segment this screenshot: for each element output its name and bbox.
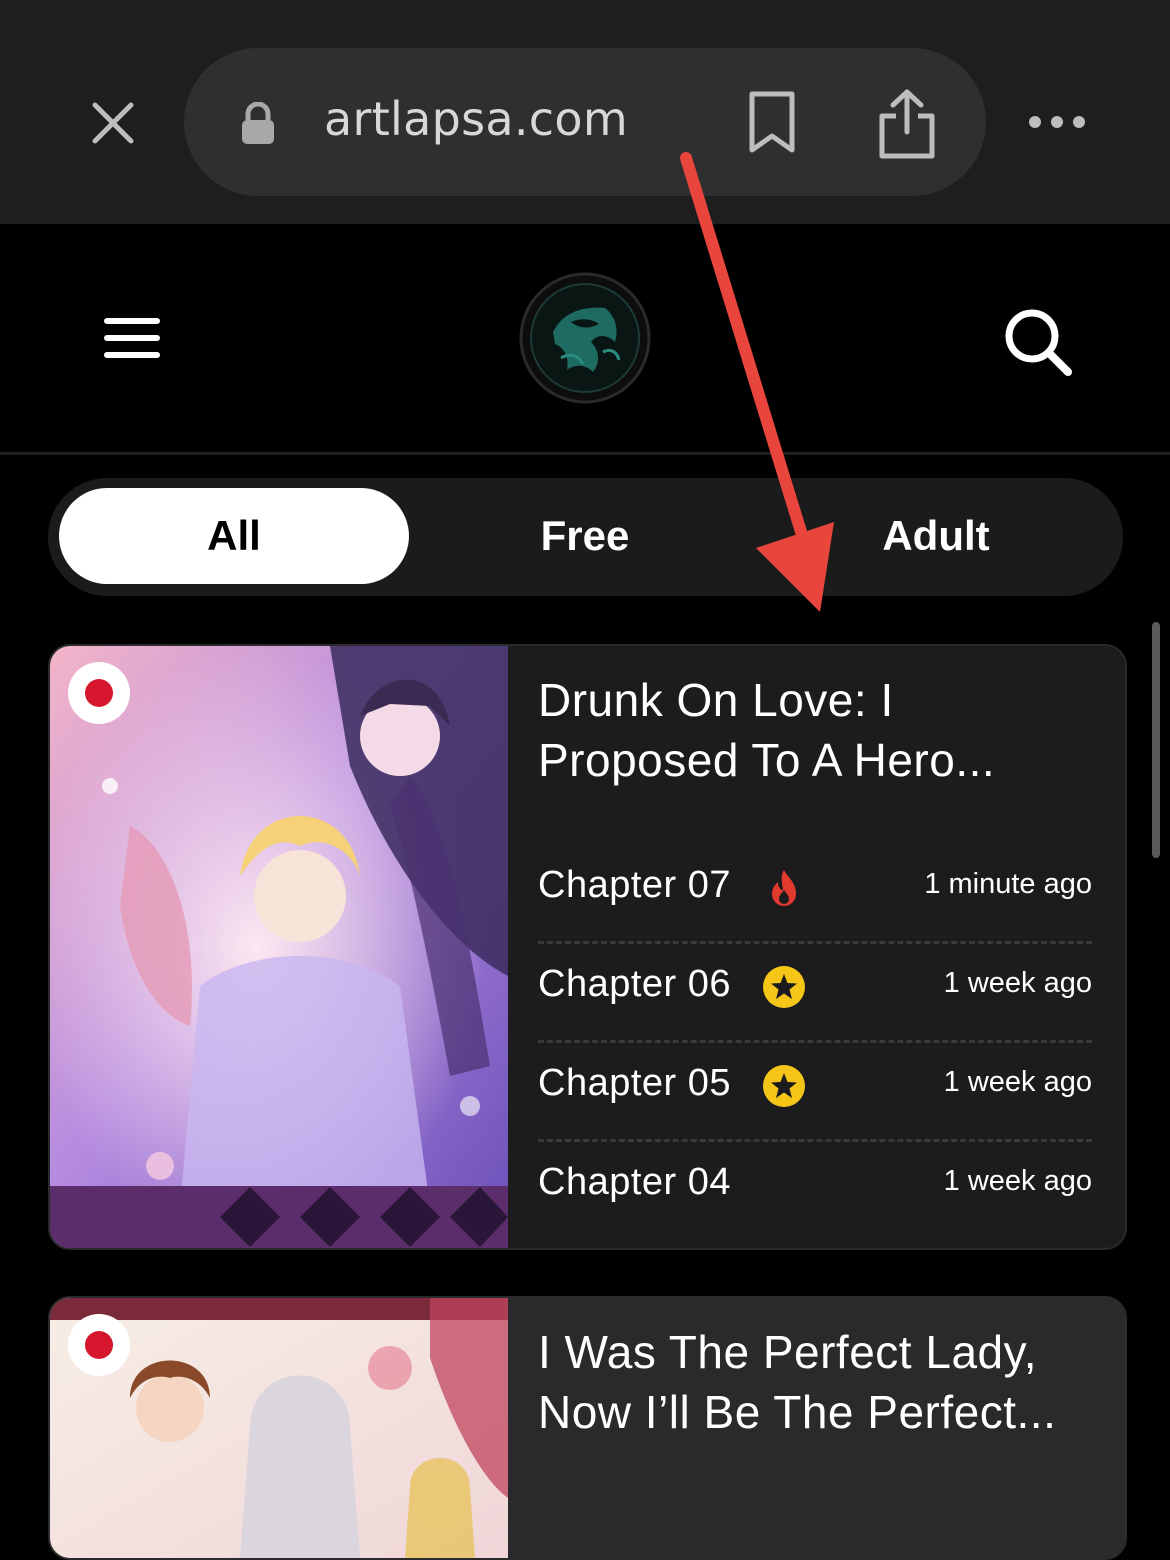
tab-adult[interactable]: Adult <box>761 488 1111 584</box>
chapter-time: 1 week ago <box>943 967 1092 999</box>
lock-icon <box>242 102 274 144</box>
url-text: artlapsa.com <box>324 92 628 146</box>
chapter-label: Chapter 06 <box>538 963 732 1005</box>
star-icon <box>763 966 805 1008</box>
fire-icon <box>772 870 796 906</box>
site-logo[interactable] <box>519 272 651 404</box>
chapter-time: 1 minute ago <box>924 868 1092 900</box>
bookmark-icon[interactable] <box>744 90 800 154</box>
tab-all[interactable]: All <box>59 488 409 584</box>
more-icon[interactable] <box>1024 100 1090 144</box>
close-icon <box>92 102 134 144</box>
series-card[interactable]: Drunk On Love: I Proposed To A Hero... C… <box>48 644 1127 1250</box>
series-card[interactable]: I Was The Perfect Lady, Now I’ll Be The … <box>48 1296 1127 1560</box>
chapter-time: 1 week ago <box>943 1066 1092 1098</box>
address-bar[interactable]: artlapsa.com <box>184 48 986 196</box>
browser-toolbar: artlapsa.com <box>0 0 1170 224</box>
tab-free[interactable]: Free <box>410 488 760 584</box>
title-line: Proposed To A Hero... <box>538 734 996 786</box>
series-title[interactable]: I Was The Perfect Lady, Now I’ll Be The … <box>538 1322 1098 1442</box>
hamburger-menu-icon[interactable] <box>102 316 162 360</box>
star-icon <box>763 1065 805 1107</box>
filter-tabs: All Free Adult <box>48 478 1123 596</box>
chapter-row[interactable]: Chapter 04 1 week ago <box>538 1139 1092 1238</box>
search-icon[interactable] <box>1002 306 1074 378</box>
title-line: Drunk On Love: I <box>538 674 894 726</box>
chapter-row[interactable]: Chapter 05 1 week ago <box>538 1040 1092 1142</box>
share-icon[interactable] <box>874 88 940 160</box>
close-button[interactable] <box>83 93 143 153</box>
chapter-row[interactable]: Chapter 06 1 week ago <box>538 941 1092 1043</box>
chapter-label: Chapter 04 <box>538 1161 732 1203</box>
chapter-time: 1 week ago <box>943 1165 1092 1197</box>
scrollbar[interactable] <box>1152 622 1160 858</box>
japan-flag-icon <box>68 1314 130 1376</box>
cover-image[interactable] <box>50 646 508 1248</box>
title-line: I Was The Perfect Lady, <box>538 1326 1037 1378</box>
chapter-label: Chapter 07 <box>538 864 732 906</box>
chapter-row[interactable]: Chapter 07 1 minute ago <box>538 842 1092 944</box>
series-title[interactable]: Drunk On Love: I Proposed To A Hero... <box>538 670 1098 790</box>
chapter-label: Chapter 05 <box>538 1062 732 1104</box>
japan-flag-icon <box>68 662 130 724</box>
site-header <box>0 224 1170 455</box>
title-line: Now I’ll Be The Perfect... <box>538 1386 1057 1438</box>
